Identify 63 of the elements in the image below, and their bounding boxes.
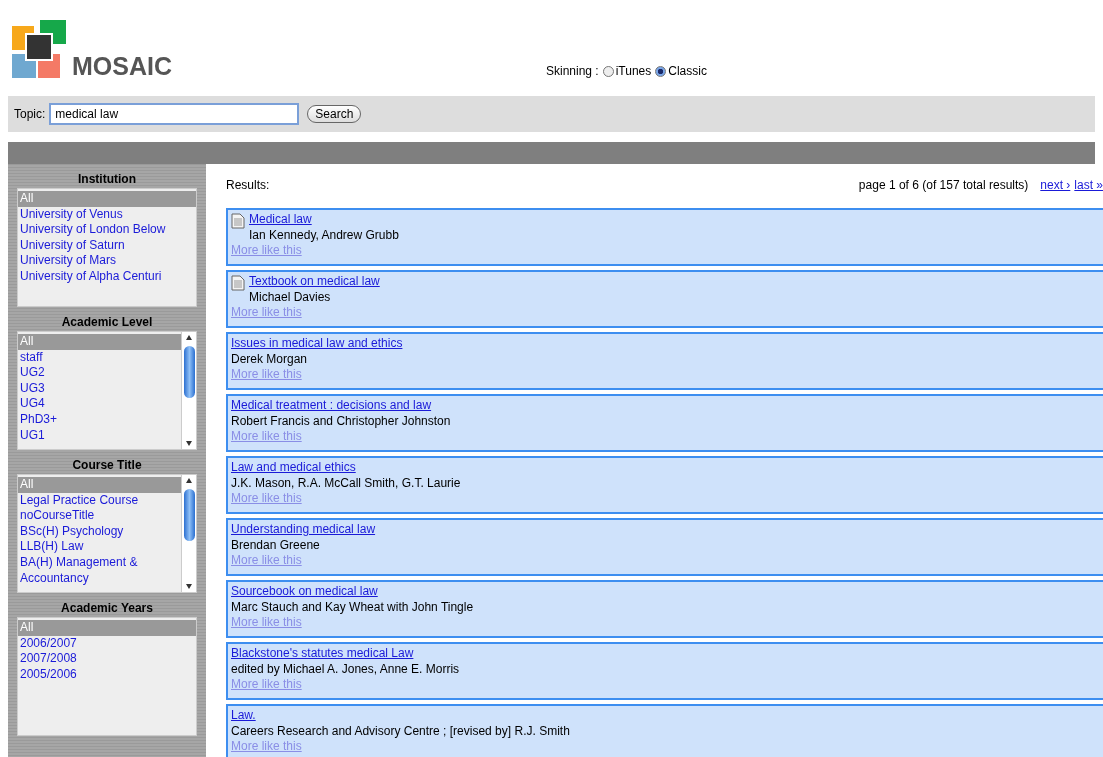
- result-authors: Careers Research and Advisory Centre ; [revised by] R.J. Smith: [231, 723, 570, 739]
- filter-option[interactable]: University of Venus: [18, 206, 196, 223]
- filter-option[interactable]: UG4: [18, 396, 181, 412]
- topic-label: Topic:: [14, 107, 46, 121]
- document-icon: [231, 275, 245, 291]
- next-link[interactable]: next ›: [1040, 178, 1071, 192]
- result-authors: Brendan Greene: [231, 537, 321, 553]
- filter-heading: Course Title: [71, 457, 143, 474]
- filter-option[interactable]: LLB(H) Law: [18, 539, 181, 555]
- skin-radio-option[interactable]: iTunes: [602, 64, 652, 78]
- result-authors: Derek Morgan: [231, 351, 309, 367]
- result-authors: Marc Stauch and Kay Wheat with John Tingle: [231, 599, 474, 615]
- result-title-link[interactable]: Medical law: [249, 212, 312, 226]
- filter-option[interactable]: BSc(H) Psychology: [18, 523, 181, 540]
- radio-button[interactable]: [655, 65, 667, 77]
- search-button[interactable]: Search: [307, 105, 362, 123]
- filter-option[interactable]: University of London Below: [18, 222, 196, 238]
- result-authors: J.K. Mason, R.A. McCall Smith, G.T. Laurie: [231, 475, 461, 491]
- result-authors: edited by Michael A. Jones, Anne E. Morris: [231, 661, 460, 677]
- filter-heading: Institution: [77, 171, 137, 188]
- result-authors: Robert Francis and Christopher Johnston: [231, 413, 451, 429]
- filter-option[interactable]: Legal Practice Course: [18, 492, 181, 509]
- filter-list[interactable]: All Legal Practice Course noCourseTitle BSc(H) Psychology LLB(H) Law BA(H) Management & Accountancy: [17, 474, 197, 593]
- result-title-link[interactable]: Textbook on medical law: [249, 274, 380, 288]
- filter-option[interactable]: staff: [18, 349, 181, 366]
- result-authors: Ian Kennedy, Andrew Grubb: [249, 227, 399, 243]
- page-info: page 1 of 6 (of 157 total results): [858, 178, 1029, 192]
- skin-radio-option[interactable]: Classic: [655, 64, 707, 78]
- result-title-link[interactable]: Medical treatment : decisions and law: [231, 398, 432, 412]
- skinning-label: Skinning :: [546, 64, 599, 78]
- filter-option[interactable]: BA(H) Management & Accountancy: [18, 554, 181, 587]
- result-authors: Michael Davies: [249, 289, 332, 305]
- result-title-link[interactable]: Issues in medical law and ethics: [231, 336, 403, 350]
- filter-option[interactable]: UG3: [18, 380, 181, 397]
- filter-heading: Academic Level: [60, 314, 154, 331]
- results-label: Results:: [226, 178, 270, 192]
- filter-option[interactable]: University of Alpha Centuri: [18, 268, 196, 285]
- filter-option[interactable]: University of Saturn: [18, 237, 196, 254]
- result-title-link[interactable]: Law.: [231, 708, 256, 722]
- filter-option[interactable]: noCourseTitle: [18, 508, 181, 524]
- filter-list[interactable]: All University of Venus University of London Below University of Saturn University of Mars University of Alpha Centuri: [17, 188, 197, 307]
- result-title-link[interactable]: Sourcebook on medical law: [231, 584, 378, 598]
- filter-list[interactable]: All staff UG2 UG3 UG4 PhD3+ UG1: [17, 331, 197, 450]
- filter-option[interactable]: 2006/2007: [18, 635, 196, 652]
- filter-option[interactable]: University of Mars: [18, 253, 196, 269]
- filter-option[interactable]: 2005/2006: [18, 666, 196, 683]
- radio-button[interactable]: [602, 65, 614, 77]
- logo-icon: [12, 20, 68, 80]
- filter-heading: Academic Years: [60, 600, 154, 617]
- filter-option[interactable]: 2007/2008: [18, 651, 196, 667]
- filter-list[interactable]: All 2006/2007 2007/2008 2005/2006: [17, 617, 197, 736]
- topic-field[interactable]: medical law: [49, 103, 300, 125]
- result-title-link[interactable]: Understanding medical law: [231, 522, 376, 536]
- result-title-link[interactable]: Law and medical ethics: [231, 460, 356, 474]
- document-icon: [231, 213, 245, 229]
- last-link[interactable]: last »: [1074, 178, 1103, 192]
- filter-option[interactable]: UG1: [18, 427, 181, 444]
- scrollbar[interactable]: [181, 475, 196, 592]
- result-title-link[interactable]: Blackstone's statutes medical Law: [231, 646, 414, 660]
- logo-text: MOSAIC: [72, 52, 172, 80]
- filter-option[interactable]: PhD3+: [18, 411, 181, 428]
- scrollbar[interactable]: [181, 332, 196, 449]
- filter-option[interactable]: UG2: [18, 365, 181, 381]
